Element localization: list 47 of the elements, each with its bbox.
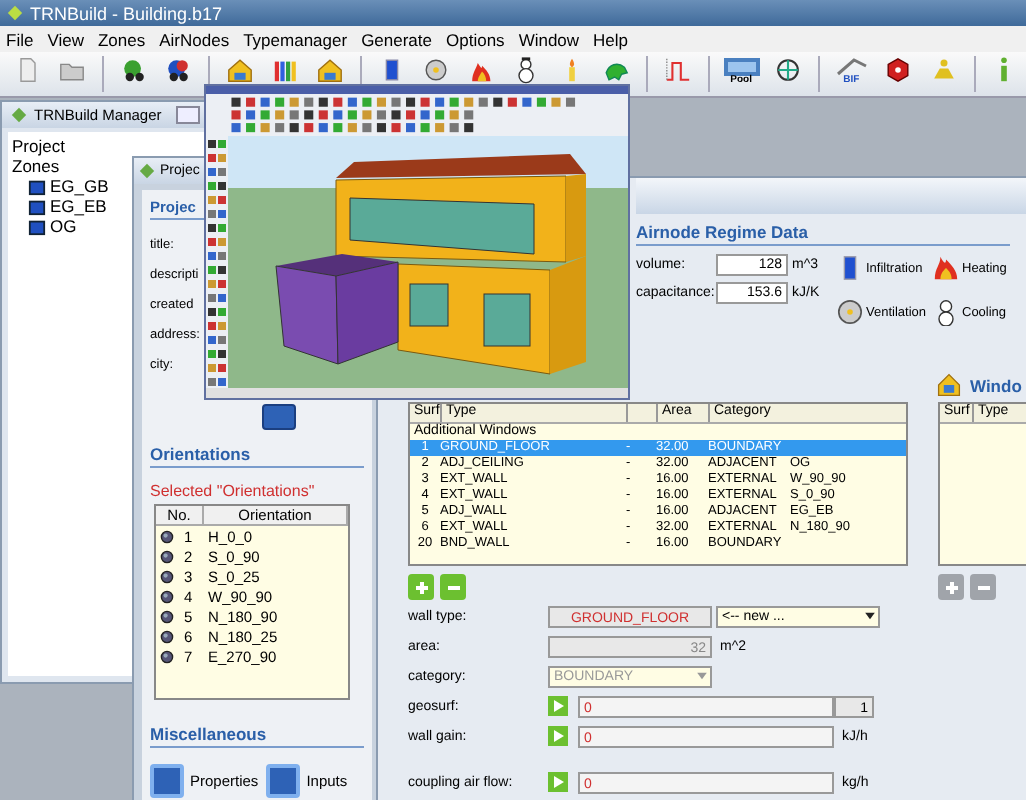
play-icon (552, 700, 564, 712)
section-heading: Windo (970, 375, 1022, 395)
panel-icon (723, 58, 760, 76)
play-button[interactable] (548, 696, 568, 716)
zone-node-icon (28, 177, 46, 195)
tree-item[interactable]: Zones (12, 156, 60, 176)
dropdown-arrow-icon (862, 607, 878, 623)
plus-icon (941, 577, 961, 597)
play-button[interactable] (548, 726, 568, 746)
app-title: TRNBuild - Building.b17 (30, 3, 223, 23)
plus-icon (411, 577, 431, 597)
house-icon (936, 372, 962, 398)
dropdown-arrow-icon (694, 667, 710, 683)
play-icon (552, 730, 564, 742)
menu-item[interactable]: Generate (361, 29, 433, 49)
fire-icon (932, 254, 960, 282)
tree-item[interactable]: OG (50, 216, 77, 236)
menu-item[interactable]: Options (446, 29, 505, 49)
menu-item[interactable]: Window (518, 29, 580, 49)
play-button[interactable] (548, 772, 568, 792)
remove-button[interactable] (440, 574, 466, 600)
tree-item[interactable]: EG_GB (50, 176, 109, 196)
add-button[interactable] (408, 574, 434, 600)
remove-button[interactable] (970, 574, 996, 600)
roof-icon (833, 58, 870, 76)
app-icon (138, 162, 156, 180)
menu-item[interactable]: File (6, 29, 34, 49)
zone-node-icon (28, 217, 46, 235)
section-heading: Orientations (150, 444, 364, 468)
tree-item[interactable]: Project (12, 136, 65, 156)
app-icon (6, 4, 24, 22)
minimize-button[interactable] (175, 106, 200, 124)
app-icon (10, 106, 28, 124)
tree-item[interactable]: EG_EB (50, 196, 107, 216)
menu-item[interactable]: Help (593, 29, 629, 49)
menu-item[interactable]: View (47, 29, 84, 49)
snowman-icon (932, 298, 960, 326)
menu-item[interactable]: AirNodes (159, 29, 230, 49)
menu-item[interactable]: Zones (97, 29, 146, 49)
fan-icon (836, 298, 864, 326)
menu-item[interactable]: Typemanager (243, 29, 348, 49)
section-heading: Airnode Regime Data (636, 222, 1010, 246)
section-heading: Miscellaneous (150, 724, 364, 748)
zone-node-icon (28, 197, 46, 215)
selection-label: Selected "Orientations" (150, 482, 317, 500)
tool-strip-drawing[interactable] (206, 135, 228, 388)
play-icon (552, 776, 564, 788)
